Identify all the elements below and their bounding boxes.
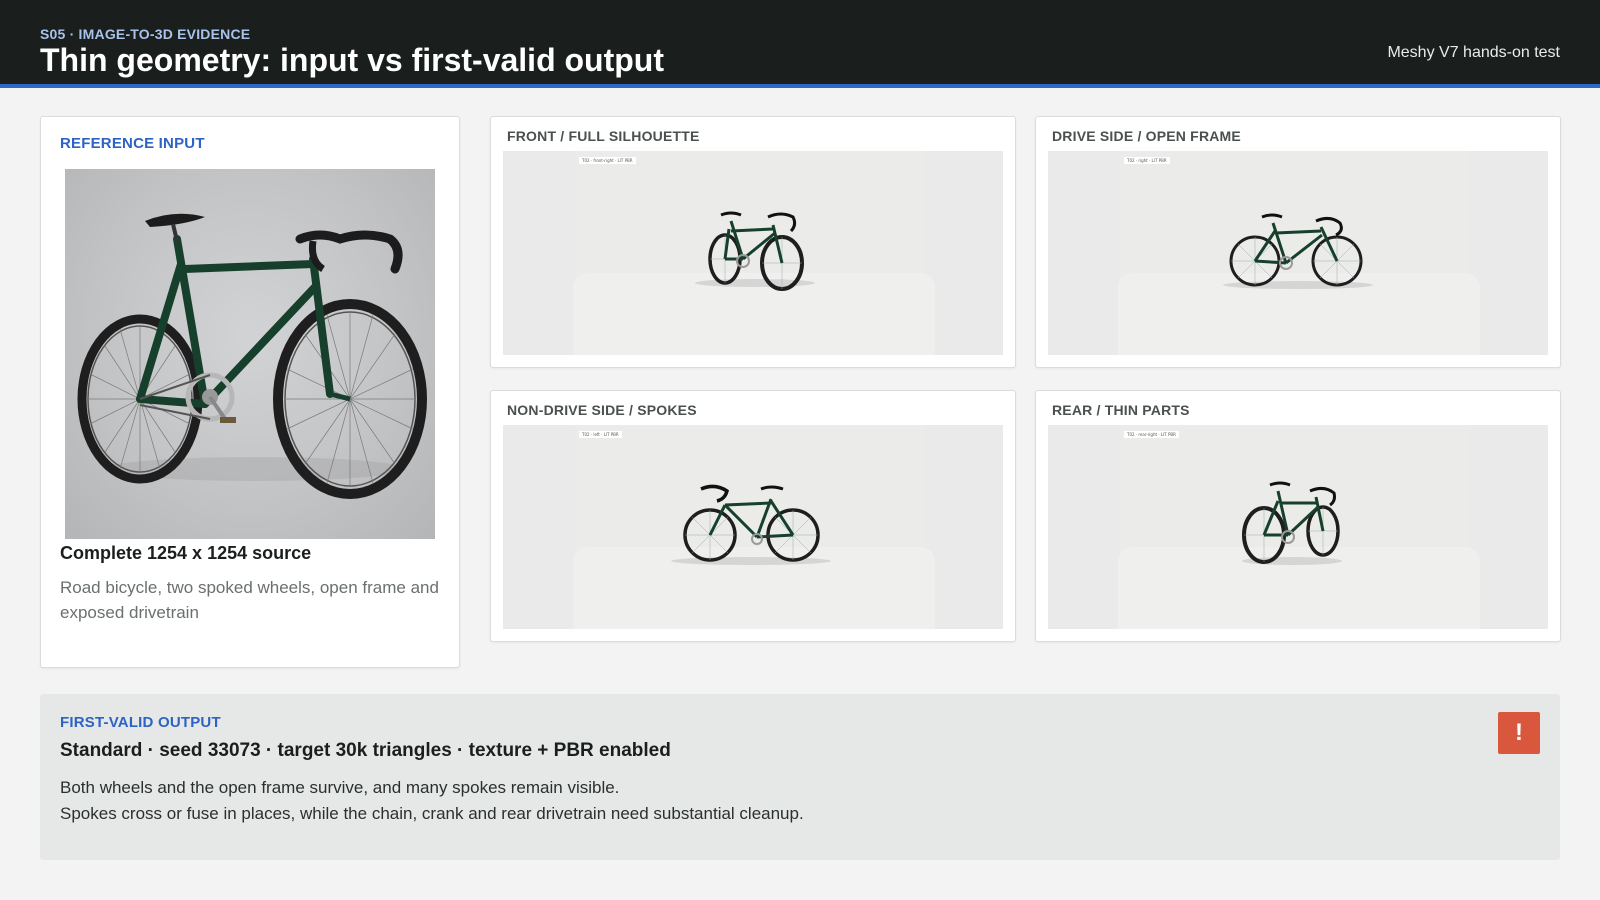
view-card-drive-side: DRIVE SIDE / OPEN FRAME T02 · right · LI… (1035, 116, 1561, 368)
view-label-rear: REAR / THIN PARTS (1052, 402, 1190, 418)
view-card-non-drive-side: NON-DRIVE SIDE / SPOKES T02 · left · LIT… (490, 390, 1016, 642)
reference-input-label: REFERENCE INPUT (60, 135, 205, 152)
reference-description: Road bicycle, two spoked wheels, open fr… (60, 578, 439, 622)
output-spec: Standard · seed 33073 · target 30k trian… (60, 740, 671, 761)
reference-input-card: REFERENCE INPUT Complete 1254 x 1254 sou… (40, 116, 460, 668)
page-header: S05 · IMAGE-TO-3D EVIDENCE Thin geometry… (0, 0, 1600, 88)
render-viewport-front[interactable]: T02 · front-right · LIT PBR (503, 151, 1003, 355)
section-eyebrow: S05 · IMAGE-TO-3D EVIDENCE (40, 26, 251, 42)
bicycle-illustration (77, 213, 427, 499)
output-label: FIRST-VALID OUTPUT (60, 714, 221, 731)
render-viewport-rear[interactable]: T02 · rear-right · LIT PBR (1048, 425, 1548, 629)
output-finding-1: Both wheels and the open frame survive, … (60, 778, 620, 797)
reference-bicycle-photo (65, 169, 435, 539)
bicycle-render-rear (1242, 481, 1342, 565)
view-label-non-drive-side: NON-DRIVE SIDE / SPOKES (507, 402, 697, 418)
view-card-front: FRONT / FULL SILHOUETTE T02 · front-righ… (490, 116, 1016, 368)
reference-caption: Complete 1254 x 1254 source (60, 543, 312, 563)
render-viewport-non-drive-side[interactable]: T02 · left · LIT PBR (503, 425, 1003, 629)
bicycle-render-non-drive-side (671, 484, 831, 565)
view-label-front: FRONT / FULL SILHOUETTE (507, 128, 700, 144)
output-finding-2: Spokes cross or fuse in places, while th… (60, 804, 804, 823)
bicycle-render-drive-side (1223, 213, 1373, 289)
test-meta-label: Meshy V7 hands-on test (1387, 44, 1560, 61)
bicycle-render-front (695, 211, 815, 291)
view-label-drive-side: DRIVE SIDE / OPEN FRAME (1052, 128, 1241, 144)
first-valid-output-panel: FIRST-VALID OUTPUT Standard · seed 33073… (40, 694, 1560, 860)
warning-icon: ! (1498, 712, 1540, 754)
view-card-rear: REAR / THIN PARTS T02 · rear-right · LIT… (1035, 390, 1561, 642)
render-viewport-drive-side[interactable]: T02 · right · LIT PBR (1048, 151, 1548, 355)
page-title: Thin geometry: input vs first-valid outp… (40, 42, 664, 78)
